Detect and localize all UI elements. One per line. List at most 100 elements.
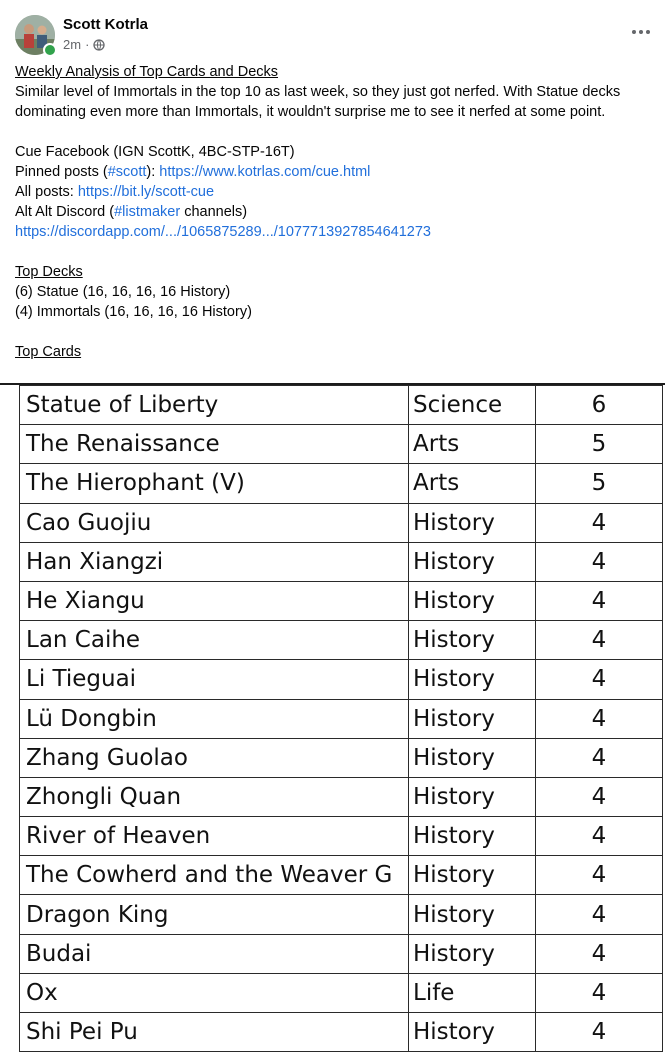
meta-separator: · (85, 37, 90, 52)
top-cards-image[interactable]: Statue of Liberty Science 6 The Renaissanc… (0, 383, 665, 1058)
cue-info-line: Cue Facebook (IGN ScottK, 4BC-STP-16T) (15, 144, 295, 160)
pinned-mid: ): (146, 164, 160, 180)
card-name: Lan Caihe (19, 620, 409, 661)
table-row: He Xiangu History 4 (19, 580, 663, 622)
table-row: River of Heaven History 4 (19, 816, 663, 857)
card-count: 4 (535, 816, 663, 857)
discord-prefix: Alt Alt Discord ( (15, 204, 115, 220)
table-row: The Renaissance Arts 5 (19, 424, 663, 465)
table-row: The Hierophant (V) Arts 5 (19, 463, 663, 504)
card-name: Cao Guojiu (19, 502, 409, 543)
all-posts-link[interactable]: https://bit.ly/scott-cue (78, 184, 214, 200)
online-status-dot (43, 43, 57, 57)
author-name[interactable]: Scott Kotrla (63, 16, 148, 33)
card-category: History (408, 776, 536, 818)
card-name: Ox (19, 972, 409, 1014)
table-row: The Cowherd and the Weaver G History 4 (19, 855, 663, 896)
card-name: Budai (19, 933, 409, 974)
card-category: History (408, 659, 536, 700)
discord-suffix: channels) (180, 204, 248, 220)
card-name: The Renaissance (19, 424, 409, 465)
deck-line: (6) Statue (16, 16, 16, 16 History) (15, 284, 231, 300)
pinned-posts-line: Pinned posts (#scott): https://www.kotrl… (15, 162, 655, 182)
post-body: Weekly Analysis of Top Cards and Decks S… (15, 62, 655, 362)
globe-icon[interactable] (93, 38, 106, 51)
card-category: History (408, 1011, 536, 1053)
table-row: Zhongli Quan History 4 (19, 776, 663, 818)
card-name: Lü Dongbin (19, 698, 409, 739)
card-category: History (408, 698, 536, 739)
card-count: 4 (535, 502, 663, 543)
card-category: History (408, 894, 536, 935)
card-category: History (408, 855, 536, 896)
card-category: Arts (408, 463, 536, 504)
card-count: 5 (535, 463, 663, 504)
post-header: Scott Kotrla 2m · (0, 0, 665, 62)
post-paragraph-line: dominating even more than Immortals, it … (15, 104, 606, 120)
card-category: Arts (408, 424, 536, 465)
card-count: 4 (535, 698, 663, 739)
card-name: Zhongli Quan (19, 776, 409, 818)
card-category: Science (408, 384, 536, 426)
pinned-prefix: Pinned posts ( (15, 164, 108, 180)
card-count: 4 (535, 855, 663, 896)
table-row: Ox Life 4 (19, 972, 663, 1014)
top-decks-heading: Top Decks (15, 264, 83, 280)
card-count: 5 (535, 424, 663, 465)
table-row: Dragon King History 4 (19, 894, 663, 935)
table-row: Shi Pei Pu History 4 (19, 1011, 663, 1053)
card-count: 4 (535, 972, 663, 1014)
table-row: Cao Guojiu History 4 (19, 502, 663, 543)
card-category: History (408, 541, 536, 582)
card-category: History (408, 620, 536, 661)
card-name: Statue of Liberty (19, 384, 409, 426)
table-row: Zhang Guolao History 4 (19, 737, 663, 778)
post-time[interactable]: 2m (63, 37, 81, 52)
hashtag-listmaker-link[interactable]: #listmaker (114, 204, 180, 220)
card-count: 4 (535, 541, 663, 582)
hashtag-scott-link[interactable]: #scott (108, 164, 147, 180)
discord-link[interactable]: https://discordapp.com/.../1065875289...… (15, 224, 431, 240)
post-paragraph-line: Similar level of Immortals in the top 10… (15, 84, 621, 100)
card-category: History (408, 580, 536, 622)
card-count: 4 (535, 894, 663, 935)
card-count: 4 (535, 737, 663, 778)
card-name: Shi Pei Pu (19, 1011, 409, 1053)
card-name: The Hierophant (V) (19, 463, 409, 504)
card-count: 4 (535, 933, 663, 974)
all-posts-line: All posts: https://bit.ly/scott-cue (15, 182, 655, 202)
card-count: 4 (535, 659, 663, 700)
card-category: Life (408, 972, 536, 1014)
discord-link-line: https://discordapp.com/.../1065875289...… (15, 222, 655, 242)
card-count: 4 (535, 580, 663, 622)
table-row: Li Tieguai History 4 (19, 659, 663, 700)
post-meta: 2m · (63, 37, 106, 52)
card-name: River of Heaven (19, 816, 409, 857)
deck-line: (4) Immortals (16, 16, 16, 16 History) (15, 304, 252, 320)
table-row: Statue of Liberty Science 6 (19, 384, 663, 426)
post-title: Weekly Analysis of Top Cards and Decks (15, 64, 279, 80)
table-row: Han Xiangzi History 4 (19, 541, 663, 582)
card-category: History (408, 933, 536, 974)
card-name: Zhang Guolao (19, 737, 409, 778)
card-count: 6 (535, 384, 663, 426)
pinned-posts-link[interactable]: https://www.kotrlas.com/cue.html (159, 164, 370, 180)
card-name: Li Tieguai (19, 659, 409, 700)
card-category: History (408, 816, 536, 857)
table-row: Lan Caihe History 4 (19, 620, 663, 661)
card-name: Han Xiangzi (19, 541, 409, 582)
card-name: Dragon King (19, 894, 409, 935)
table-row: Lü Dongbin History 4 (19, 698, 663, 739)
card-name: He Xiangu (19, 580, 409, 622)
cards-table: Statue of Liberty Science 6 The Renaissanc… (19, 384, 663, 1053)
table-row: Budai History 4 (19, 933, 663, 974)
top-cards-heading: Top Cards (15, 344, 82, 360)
more-options-icon[interactable] (629, 22, 653, 42)
card-category: History (408, 737, 536, 778)
all-prefix: All posts: (15, 184, 78, 200)
card-count: 4 (535, 776, 663, 818)
card-count: 4 (535, 620, 663, 661)
